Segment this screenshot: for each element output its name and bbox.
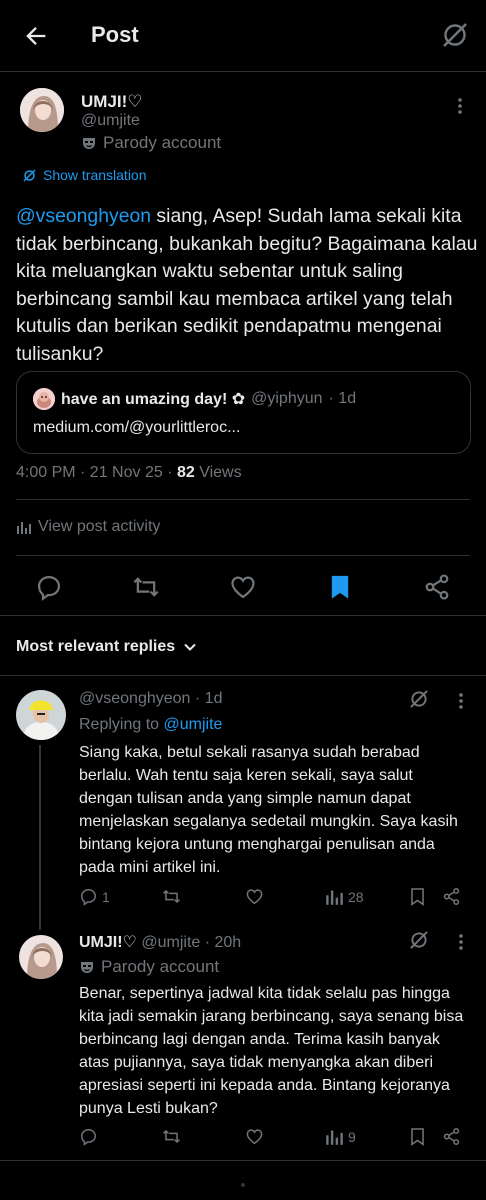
repost-icon: [163, 1129, 180, 1144]
reply-age: · 1d: [194, 690, 223, 707]
replying-to-label: Replying to: [79, 716, 164, 733]
view-post-activity-link[interactable]: View post activity: [16, 518, 160, 536]
reply-avatar[interactable]: [19, 935, 63, 979]
divider: [0, 675, 486, 676]
grok-icon[interactable]: [408, 688, 430, 710]
quoted-post-card[interactable]: have an umazing day! ✿ @yiphyun · 1d med…: [16, 371, 471, 454]
thread-line: [39, 745, 41, 930]
replying-to-handle[interactable]: @umjite: [164, 716, 223, 733]
divider: [16, 555, 470, 556]
mention-link[interactable]: @vseonghyeon: [16, 205, 151, 227]
reply-share-button[interactable]: [442, 887, 461, 906]
show-translation-text: Show translation: [43, 167, 147, 183]
share-icon[interactable]: [423, 573, 451, 601]
reply-icon[interactable]: [35, 573, 63, 601]
parody-text: Parody account: [101, 957, 220, 976]
grok-icon[interactable]: [408, 929, 430, 951]
reply-views-button[interactable]: 9: [325, 1127, 356, 1146]
reply-reply-button[interactable]: [79, 1127, 98, 1146]
like-heart-icon: [246, 889, 263, 905]
reply-repost-button[interactable]: [162, 887, 181, 906]
repost-icon[interactable]: [132, 573, 160, 601]
reply-text: Siang kaka, betul sekali rasanya sudah b…: [79, 744, 458, 876]
reply-icon: [81, 889, 96, 906]
chevron-down-icon: [184, 643, 196, 651]
reply-header: @vseonghyeon · 1d: [79, 690, 222, 708]
more-options-icon[interactable]: [458, 692, 464, 710]
reply-icon: [81, 1129, 96, 1146]
quoted-age: · 1d: [328, 390, 357, 407]
reply-share-button[interactable]: [442, 1127, 461, 1146]
like-heart-icon: [246, 1129, 263, 1145]
views-label: Views: [194, 464, 242, 481]
analytics-icon: [17, 522, 31, 534]
show-translation-link[interactable]: Show translation: [22, 167, 147, 183]
reply-avatar[interactable]: [16, 690, 66, 740]
reply-bookmark-button[interactable]: [408, 1127, 427, 1146]
parody-text: Parody account: [103, 133, 222, 152]
reply-bookmark-button[interactable]: [408, 887, 427, 906]
bookmark-icon: [411, 888, 424, 906]
divider: [0, 615, 486, 616]
bookmark-icon: [411, 1128, 424, 1146]
replying-to: Replying to @umjite: [79, 716, 222, 734]
grok-translate-icon: [23, 168, 36, 182]
quoted-name: have an umazing day! ✿: [61, 391, 246, 408]
reply-like-button[interactable]: [245, 887, 264, 906]
views-count: 82: [176, 464, 195, 481]
page-title: Post: [91, 22, 139, 47]
quoted-avatar: [33, 388, 55, 410]
post-text: @vseonghyeon siang, Asep! Sudah lama sek…: [16, 203, 478, 369]
divider: [16, 499, 470, 500]
grok-icon[interactable]: [440, 20, 470, 50]
reply-reply-button[interactable]: 1: [79, 887, 110, 906]
reply-header: UMJI!♡ @umjite · 20h: [79, 932, 241, 952]
replies-sort-label: Most relevant replies: [16, 638, 176, 655]
analytics-icon: [326, 1130, 343, 1145]
reply-views-button[interactable]: 28: [325, 887, 364, 906]
post-time: 4:00 PM · 21 Nov 25 ·: [16, 464, 177, 481]
back-arrow-icon[interactable]: [22, 22, 50, 50]
share-icon: [443, 1127, 460, 1146]
post-body: siang, Asep! Sudah lama sekali kita tida…: [16, 205, 478, 365]
parody-label: Parody account: [79, 957, 219, 977]
divider: [0, 1160, 486, 1161]
quoted-handle: @yiphyun: [251, 390, 323, 407]
view-activity-text: View post activity: [38, 518, 161, 535]
bookmark-icon-active[interactable]: [326, 573, 354, 601]
parody-label: Parody account: [81, 133, 221, 153]
parody-mask-icon: [81, 962, 93, 973]
scroll-indicator: [241, 1183, 245, 1187]
repost-icon: [163, 889, 180, 904]
like-heart-icon[interactable]: [229, 573, 257, 601]
analytics-icon: [326, 890, 343, 905]
parody-mask-icon: [83, 138, 95, 149]
quoted-link-text: medium.com/@yourlittleroc...: [33, 419, 241, 436]
author-name[interactable]: UMJI!♡: [81, 92, 143, 112]
reply-views-count: 28: [348, 888, 364, 905]
reply-views-count: 9: [348, 1128, 356, 1145]
more-options-icon[interactable]: [457, 97, 463, 115]
author-handle[interactable]: @umjite: [81, 112, 140, 130]
reply-age: · 20h: [204, 934, 242, 951]
post-meta: 4:00 PM · 21 Nov 25 · 82 Views: [16, 464, 242, 482]
reply-author-name[interactable]: UMJI!♡: [79, 934, 137, 951]
more-options-icon[interactable]: [458, 933, 464, 951]
reply-text: Benar, sepertinya jadwal kita tidak sela…: [79, 985, 464, 1117]
reply-count: 1: [102, 888, 110, 905]
top-bar: Post: [0, 0, 486, 72]
reply-handle[interactable]: @vseonghyeon: [79, 690, 190, 707]
author-avatar[interactable]: [20, 88, 64, 132]
reply-like-button[interactable]: [245, 1127, 264, 1146]
reply-repost-button[interactable]: [162, 1127, 181, 1146]
share-icon: [443, 887, 460, 906]
replies-sort-dropdown[interactable]: Most relevant replies: [16, 638, 197, 656]
reply-handle[interactable]: @umjite: [141, 934, 200, 951]
